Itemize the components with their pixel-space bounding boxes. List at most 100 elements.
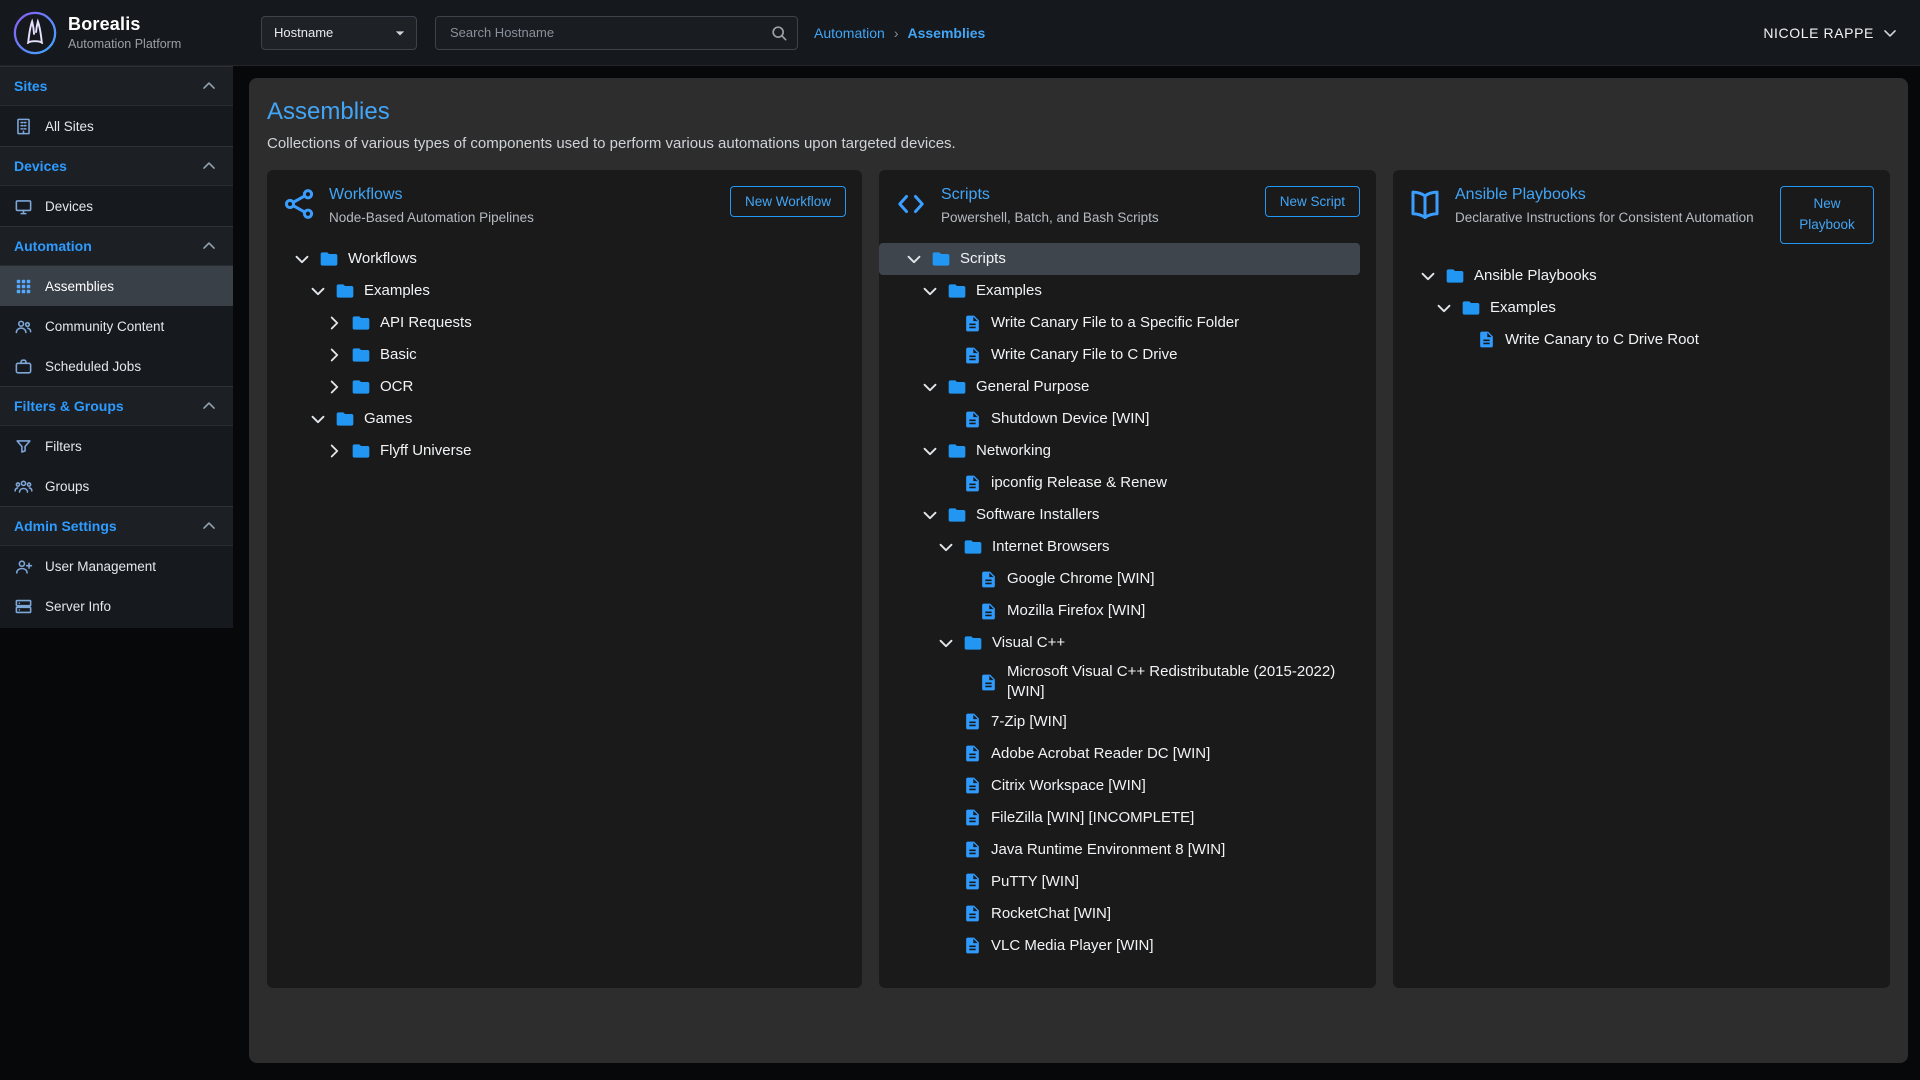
- tree-item-label: Write Canary File to C Drive: [991, 342, 1177, 368]
- tree-file-mozilla-firefox-win[interactable]: Mozilla Firefox [WIN]: [879, 595, 1360, 627]
- tree-file-adobe-acrobat-reader-dc-win[interactable]: Adobe Acrobat Reader DC [WIN]: [879, 738, 1360, 770]
- tree-folder-examples[interactable]: Examples: [879, 275, 1360, 307]
- filter-icon: [14, 437, 33, 456]
- tree-item-label: Write Canary File to a Specific Folder: [991, 310, 1239, 336]
- sidebar-item-devices[interactable]: Devices: [0, 186, 233, 226]
- chevron-down-icon: [291, 248, 313, 270]
- tree-item-label: Workflows: [348, 246, 417, 272]
- tree-item-label: Citrix Workspace [WIN]: [991, 773, 1146, 799]
- tree-item-label: FileZilla [WIN] [INCOMPLETE]: [991, 805, 1194, 831]
- file-icon: [1477, 330, 1496, 349]
- chevron-down-icon: [903, 248, 925, 270]
- chevron-down-icon: [1880, 23, 1900, 43]
- tree-file-ipconfig-release-renew[interactable]: ipconfig Release & Renew: [879, 467, 1360, 499]
- tree-item-label: Google Chrome [WIN]: [1007, 566, 1155, 592]
- tree-folder-software-installers[interactable]: Software Installers: [879, 499, 1360, 531]
- workflows-card-subtitle: Node-Based Automation Pipelines: [329, 209, 649, 227]
- tree-file-write-canary-file-to-c-drive[interactable]: Write Canary File to C Drive: [879, 339, 1360, 371]
- tree-file-rocketchat-win[interactable]: RocketChat [WIN]: [879, 898, 1360, 930]
- sidebar-item-scheduled-jobs[interactable]: Scheduled Jobs: [0, 346, 233, 386]
- tree-file-google-chrome-win[interactable]: Google Chrome [WIN]: [879, 563, 1360, 595]
- folder-icon: [947, 281, 967, 301]
- chevron-down-icon: [1417, 265, 1439, 287]
- code-icon: [893, 186, 929, 222]
- scripts-card-subtitle: Powershell, Batch, and Bash Scripts: [941, 209, 1253, 227]
- folder-icon: [351, 313, 371, 333]
- tree-folder-examples[interactable]: Examples: [267, 275, 846, 307]
- tree-folder-ocr[interactable]: OCR: [267, 371, 846, 403]
- tree-folder-scripts[interactable]: Scripts: [879, 243, 1360, 275]
- tree-file-microsoft-visual-c-redistributable-2015-2022-win[interactable]: Microsoft Visual C++ Redistributable (20…: [879, 659, 1360, 706]
- playbooks-tree: Ansible Playbooks Examples Write Canary to…: [1393, 260, 1890, 988]
- sidebar-item-groups[interactable]: Groups: [0, 466, 233, 506]
- chevron-up-icon: [199, 516, 219, 536]
- file-icon: [963, 744, 982, 763]
- breadcrumb-automation[interactable]: Automation: [814, 25, 885, 41]
- folder-icon: [351, 377, 371, 397]
- search-input[interactable]: [448, 24, 769, 41]
- sidebar-item-server-info[interactable]: Server Info: [0, 586, 233, 626]
- chevron-down-icon: [919, 376, 941, 398]
- briefcase-icon: [14, 357, 33, 376]
- tree-folder-flyff-universe[interactable]: Flyff Universe: [267, 435, 846, 467]
- tree-folder-games[interactable]: Games: [267, 403, 846, 435]
- tree-folder-basic[interactable]: Basic: [267, 339, 846, 371]
- tree-file-7-zip-win[interactable]: 7-Zip [WIN]: [879, 706, 1360, 738]
- tree-file-putty-win[interactable]: PuTTY [WIN]: [879, 866, 1360, 898]
- tree-item-label: PuTTY [WIN]: [991, 869, 1079, 895]
- sidebar: SitesAll SitesDevicesDevicesAutomationAs…: [0, 66, 233, 628]
- tree-item-label: Flyff Universe: [380, 438, 471, 464]
- sidebar-item-community-content[interactable]: Community Content: [0, 306, 233, 346]
- file-icon: [963, 872, 982, 891]
- sidebar-section-label: Devices: [14, 158, 67, 174]
- tree-file-write-canary-file-to-a-specific-folder[interactable]: Write Canary File to a Specific Folder: [879, 307, 1360, 339]
- sidebar-item-all-sites[interactable]: All Sites: [0, 106, 233, 146]
- tree-file-citrix-workspace-win[interactable]: Citrix Workspace [WIN]: [879, 770, 1360, 802]
- sidebar-item-label: Filters: [45, 439, 82, 454]
- tree-folder-internet-browsers[interactable]: Internet Browsers: [879, 531, 1360, 563]
- sidebar-section-admin-settings[interactable]: Admin Settings: [0, 506, 233, 546]
- tree-folder-visual-c[interactable]: Visual C++: [879, 627, 1360, 659]
- tree-file-shutdown-device-win[interactable]: Shutdown Device [WIN]: [879, 403, 1360, 435]
- tree-item-label: Examples: [1490, 295, 1556, 321]
- hostname-select[interactable]: Hostname: [261, 16, 417, 50]
- scripts-card: Scripts Powershell, Batch, and Bash Scri…: [879, 170, 1376, 988]
- file-icon: [963, 840, 982, 859]
- tree-item-label: Networking: [976, 438, 1051, 464]
- tree-item-label: Mozilla Firefox [WIN]: [1007, 598, 1145, 624]
- tree-item-label: API Requests: [380, 310, 472, 336]
- tree-folder-examples[interactable]: Examples: [1393, 292, 1874, 324]
- tree-folder-general-purpose[interactable]: General Purpose: [879, 371, 1360, 403]
- tree-item-label: Software Installers: [976, 502, 1099, 528]
- tree-file-vlc-media-player-win[interactable]: VLC Media Player [WIN]: [879, 930, 1360, 962]
- tree-folder-api-requests[interactable]: API Requests: [267, 307, 846, 339]
- file-icon: [979, 673, 998, 692]
- breadcrumb-assemblies[interactable]: Assemblies: [908, 25, 986, 41]
- new-playbook-button[interactable]: New Playbook: [1780, 186, 1874, 244]
- tree-folder-workflows[interactable]: Workflows: [267, 243, 846, 275]
- file-icon: [963, 346, 982, 365]
- tree-file-java-runtime-environment-8-win[interactable]: Java Runtime Environment 8 [WIN]: [879, 834, 1360, 866]
- sidebar-section-automation[interactable]: Automation: [0, 226, 233, 266]
- file-icon: [963, 410, 982, 429]
- sidebar-item-user-management[interactable]: User Management: [0, 546, 233, 586]
- tree-folder-networking[interactable]: Networking: [879, 435, 1360, 467]
- tree-file-filezilla-win-incomplete[interactable]: FileZilla [WIN] [INCOMPLETE]: [879, 802, 1360, 834]
- new-workflow-button[interactable]: New Workflow: [730, 186, 846, 217]
- sidebar-section-label: Sites: [14, 78, 47, 94]
- tree-file-write-canary-to-c-drive-root[interactable]: Write Canary to C Drive Root: [1393, 324, 1874, 356]
- sidebar-item-assemblies[interactable]: Assemblies: [0, 266, 233, 306]
- chevron-up-icon: [199, 156, 219, 176]
- playbooks-card-title: Ansible Playbooks: [1455, 186, 1768, 204]
- chevron-right-icon: [323, 440, 345, 462]
- sidebar-section-sites[interactable]: Sites: [0, 66, 233, 106]
- tree-item-label: 7-Zip [WIN]: [991, 709, 1067, 735]
- workflows-card: Workflows Node-Based Automation Pipeline…: [267, 170, 862, 988]
- sidebar-section-devices[interactable]: Devices: [0, 146, 233, 186]
- chevron-up-icon: [199, 76, 219, 96]
- new-script-button[interactable]: New Script: [1265, 186, 1360, 217]
- sidebar-item-filters[interactable]: Filters: [0, 426, 233, 466]
- sidebar-section-filters-groups[interactable]: Filters & Groups: [0, 386, 233, 426]
- user-menu[interactable]: NICOLE RAPPE: [1763, 23, 1900, 43]
- tree-folder-ansible-playbooks[interactable]: Ansible Playbooks: [1393, 260, 1874, 292]
